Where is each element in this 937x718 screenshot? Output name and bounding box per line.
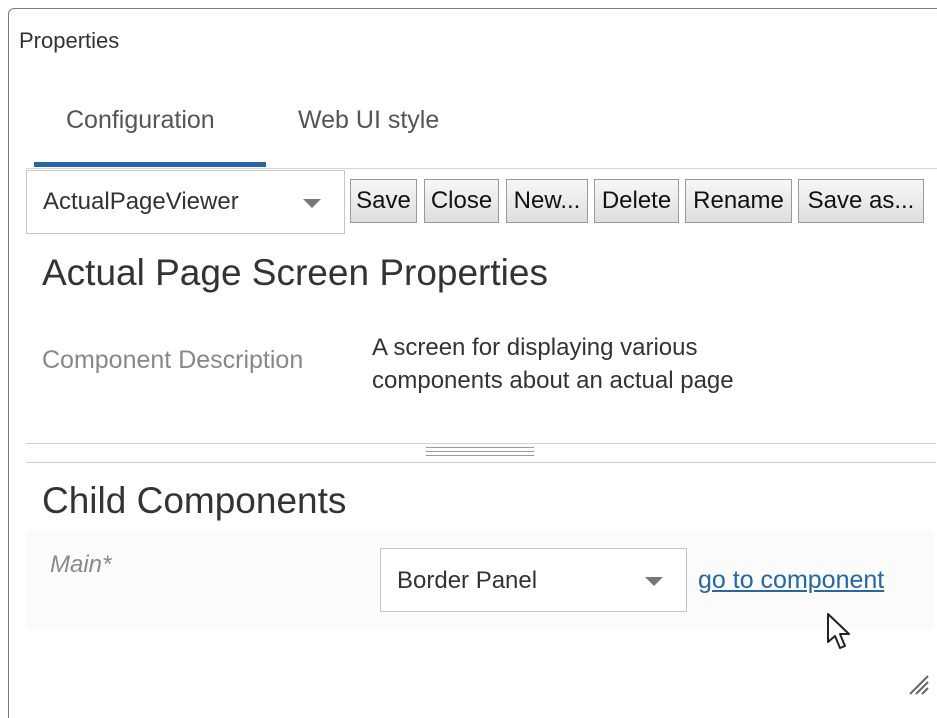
- toolbar: ActualPageViewer Save Close New... Delet…: [26, 170, 937, 234]
- main-component-select[interactable]: Border Panel: [380, 548, 687, 612]
- mouse-pointer-icon: [827, 613, 850, 649]
- main-component-label: Main*: [50, 551, 112, 578]
- chevron-down-icon: [303, 199, 321, 208]
- tab-web-ui-style[interactable]: Web UI style: [298, 106, 439, 135]
- rename-button[interactable]: Rename: [685, 179, 792, 223]
- resize-grip-icon[interactable]: [906, 672, 930, 696]
- splitter-bottom-border: [26, 462, 936, 463]
- save-button[interactable]: Save: [350, 179, 417, 223]
- main-component-select-value: Border Panel: [397, 567, 538, 594]
- go-to-component-link[interactable]: go to component: [698, 566, 884, 595]
- tab-configuration[interactable]: Configuration: [66, 106, 215, 135]
- chevron-down-icon: [645, 577, 663, 586]
- component-description-label: Component Description: [42, 346, 304, 374]
- close-button[interactable]: Close: [424, 179, 499, 223]
- properties-section-title: Actual Page Screen Properties: [42, 252, 548, 293]
- configuration-select[interactable]: ActualPageViewer: [26, 170, 345, 234]
- child-components-title: Child Components: [42, 480, 347, 521]
- component-description-value: A screen for displaying various componen…: [372, 331, 842, 397]
- tab-bar: Configuration Web UI style: [26, 92, 937, 169]
- splitter-top-border: [26, 443, 936, 444]
- component-description-line-1: A screen for displaying various: [372, 334, 698, 361]
- active-tab-indicator: [34, 162, 266, 167]
- delete-button[interactable]: Delete: [594, 179, 679, 223]
- save-as-button[interactable]: Save as...: [798, 179, 924, 223]
- new-button[interactable]: New...: [506, 179, 588, 223]
- configuration-select-value: ActualPageViewer: [43, 188, 239, 215]
- component-description-line-2: components about an actual page: [372, 367, 734, 394]
- window-title: Properties: [19, 28, 120, 53]
